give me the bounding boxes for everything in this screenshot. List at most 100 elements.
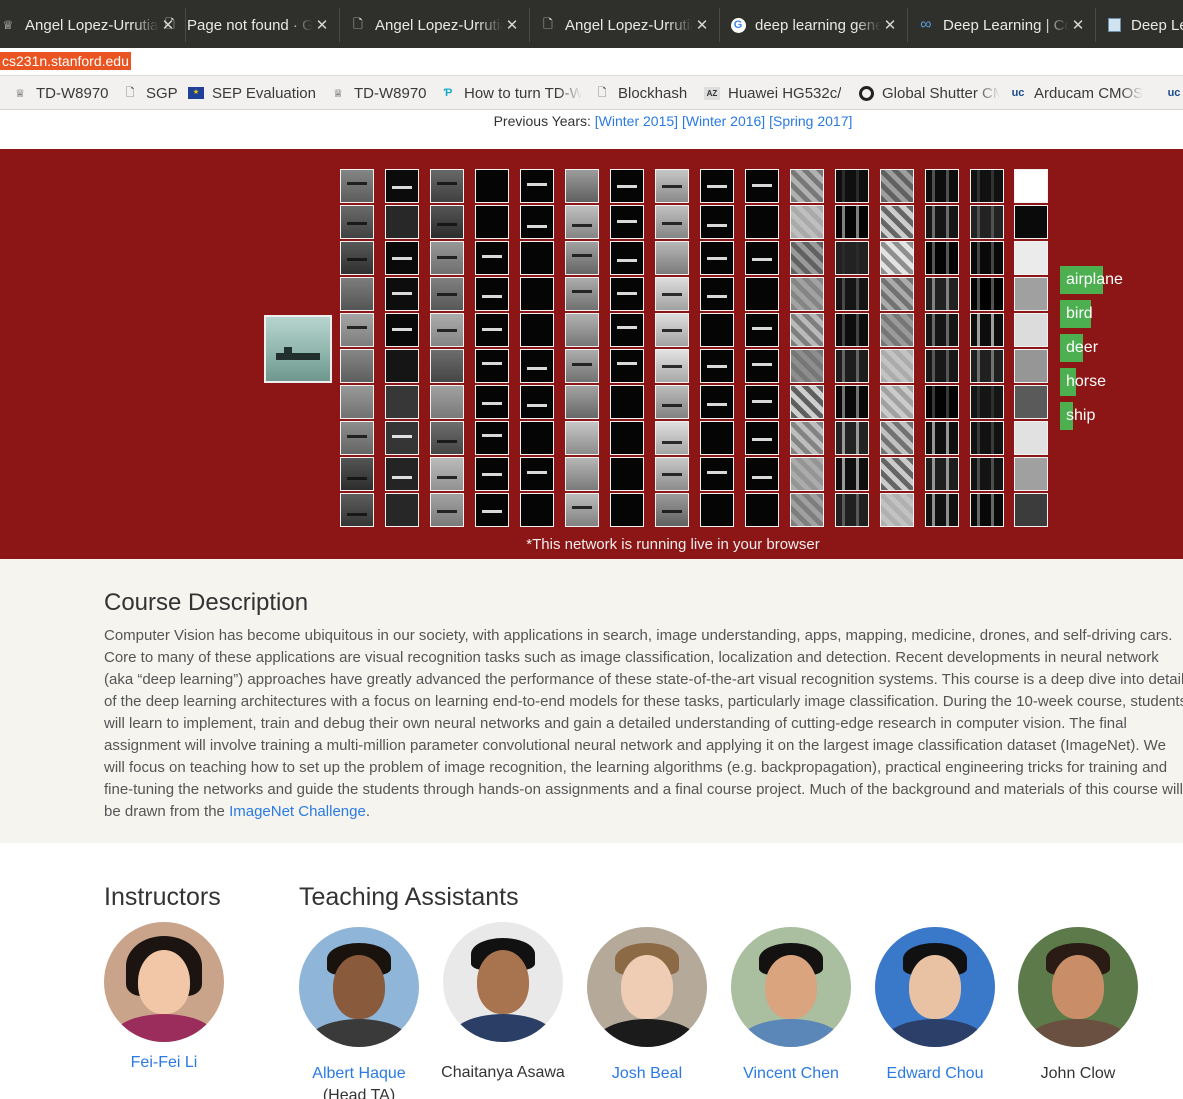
activation-cell xyxy=(655,241,689,275)
activation-cell xyxy=(655,205,689,239)
convnet-demo-banner: airplane bird deer horse ship *This netw… xyxy=(0,149,1183,559)
previous-year-link[interactable]: [Spring 2017] xyxy=(769,113,852,129)
avatar[interactable] xyxy=(875,927,995,1047)
bookmarks-bar: ♕ TD-W8970 🗋 SGP ★ SEP Evaluation ♕ TD-W… xyxy=(0,76,1183,110)
activation-cell xyxy=(655,457,689,491)
activation-cell xyxy=(520,313,554,347)
activation-cell xyxy=(520,457,554,491)
browser-tab[interactable]: 🗋 Angel Lopez-Urrutia ✕ xyxy=(340,8,530,42)
browser-tab[interactable]: 🗋 Page not found · GitHub ✕ xyxy=(152,8,340,42)
person-name-link[interactable]: Vincent Chen xyxy=(719,1063,863,1085)
activation-cell xyxy=(475,385,509,419)
activation-cell xyxy=(745,277,779,311)
activation-cell xyxy=(340,313,374,347)
avatar[interactable] xyxy=(104,922,224,1042)
activation-cell xyxy=(880,205,914,239)
activation-cell xyxy=(925,205,959,239)
bookmark[interactable]: uc Arducam CMOS xyxy=(1010,84,1162,102)
bookmark[interactable]: 🗋 SGP xyxy=(122,84,186,102)
activation-cell xyxy=(430,421,464,455)
activation-cell xyxy=(700,421,734,455)
imagenet-challenge-link[interactable]: ImageNet Challenge xyxy=(229,803,366,820)
browser-tab[interactable]: 🗋 Angel Lopez-Urrutia ✕ xyxy=(530,8,720,42)
activation-cell xyxy=(745,205,779,239)
crown-icon: ♕ xyxy=(2,18,14,32)
activation-cell xyxy=(970,349,1004,383)
close-tab-icon[interactable]: ✕ xyxy=(1069,16,1087,34)
activation-cell xyxy=(520,421,554,455)
activation-cell xyxy=(520,349,554,383)
close-tab-icon[interactable]: ✕ xyxy=(313,16,331,34)
bookmark[interactable]: ★ SEP Evaluation xyxy=(188,84,330,102)
person-name-link[interactable]: Edward Chou xyxy=(863,1063,1007,1085)
bookmark[interactable]: ♕ TD-W8970 xyxy=(12,84,122,102)
avatar[interactable] xyxy=(299,927,419,1047)
person-name-link[interactable]: Josh Beal xyxy=(575,1063,719,1085)
browser-tab[interactable]: G deep learning generative ✕ xyxy=(720,8,908,42)
eu-flag-icon: ★ xyxy=(188,85,204,101)
bookmark[interactable]: Ƥ How to turn TD-W8970 xyxy=(440,84,582,102)
person-name: John Clow xyxy=(1040,1065,1116,1082)
activation-cell xyxy=(745,241,779,275)
activation-cell xyxy=(880,313,914,347)
activation-cell xyxy=(385,169,419,203)
camera-icon xyxy=(858,85,874,101)
activation-cell xyxy=(880,493,914,527)
activation-cell xyxy=(700,457,734,491)
browser-tab[interactable]: ∞ Deep Learning | Coursera ✕ xyxy=(908,8,1096,42)
activation-cell xyxy=(475,169,509,203)
activation-cell xyxy=(790,421,824,455)
avatar[interactable] xyxy=(587,927,707,1047)
uc-icon: uc xyxy=(1167,87,1181,99)
activation-cell xyxy=(745,169,779,203)
bookmark[interactable]: Global Shutter CMOS xyxy=(858,84,1000,102)
browser-tab[interactable]: Deep Learning xyxy=(1096,8,1183,42)
activation-cell xyxy=(520,385,554,419)
activation-cell xyxy=(475,349,509,383)
live-note: *This network is running live in your br… xyxy=(526,536,820,553)
activation-cell xyxy=(610,349,644,383)
activation-cell xyxy=(790,313,824,347)
bookmark[interactable]: AZ Huawei HG532c/ xyxy=(704,84,846,102)
uc-icon: uc xyxy=(1011,87,1025,99)
activation-cell xyxy=(745,349,779,383)
output-cell xyxy=(1014,421,1048,455)
activation-cell xyxy=(970,457,1004,491)
url-text[interactable]: cs231n.stanford.edu xyxy=(0,52,131,70)
previous-year-link[interactable]: [Winter 2016] xyxy=(682,113,765,129)
instructors-title: Instructors xyxy=(104,883,221,911)
activation-cell xyxy=(520,205,554,239)
activation-cell xyxy=(340,241,374,275)
person-name-link[interactable]: Fei-Fei Li xyxy=(92,1052,236,1074)
avatar[interactable] xyxy=(443,922,563,1042)
activation-cell xyxy=(700,349,734,383)
page-icon: 🗋 xyxy=(597,86,607,99)
close-tab-icon[interactable]: ✕ xyxy=(503,16,521,34)
address-bar[interactable]: cs231n.stanford.edu xyxy=(0,48,1183,76)
activation-cell xyxy=(925,277,959,311)
previous-year-link[interactable]: [Winter 2015] xyxy=(595,113,678,129)
output-cell xyxy=(1014,385,1048,419)
activation-cell xyxy=(880,421,914,455)
ta-card: Josh Beal xyxy=(575,927,719,1085)
activation-cell xyxy=(835,205,869,239)
close-tab-icon[interactable]: ✕ xyxy=(881,16,899,34)
course-description-text: Computer Vision has become ubiquitous in… xyxy=(104,627,1183,820)
activation-cell xyxy=(925,241,959,275)
activation-cell xyxy=(655,349,689,383)
activation-cell xyxy=(790,205,824,239)
avatar[interactable] xyxy=(1018,927,1138,1047)
instructor-card: Fei-Fei Li xyxy=(92,922,236,1074)
ta-card: Chaitanya Asawa xyxy=(431,922,575,1084)
activation-cell xyxy=(700,385,734,419)
close-tab-icon[interactable]: ✕ xyxy=(693,16,711,34)
bookmark[interactable]: ♕ TD-W8970 xyxy=(330,84,436,102)
avatar[interactable] xyxy=(731,927,851,1047)
output-cell xyxy=(1014,241,1048,275)
person-name-link[interactable]: Albert Haque xyxy=(287,1063,431,1085)
activation-cell xyxy=(655,313,689,347)
bookmark[interactable]: 🗋 Blockhash xyxy=(594,84,694,102)
activation-cell xyxy=(610,493,644,527)
bookmark[interactable]: uc xyxy=(1166,84,1183,102)
activation-cell xyxy=(385,493,419,527)
